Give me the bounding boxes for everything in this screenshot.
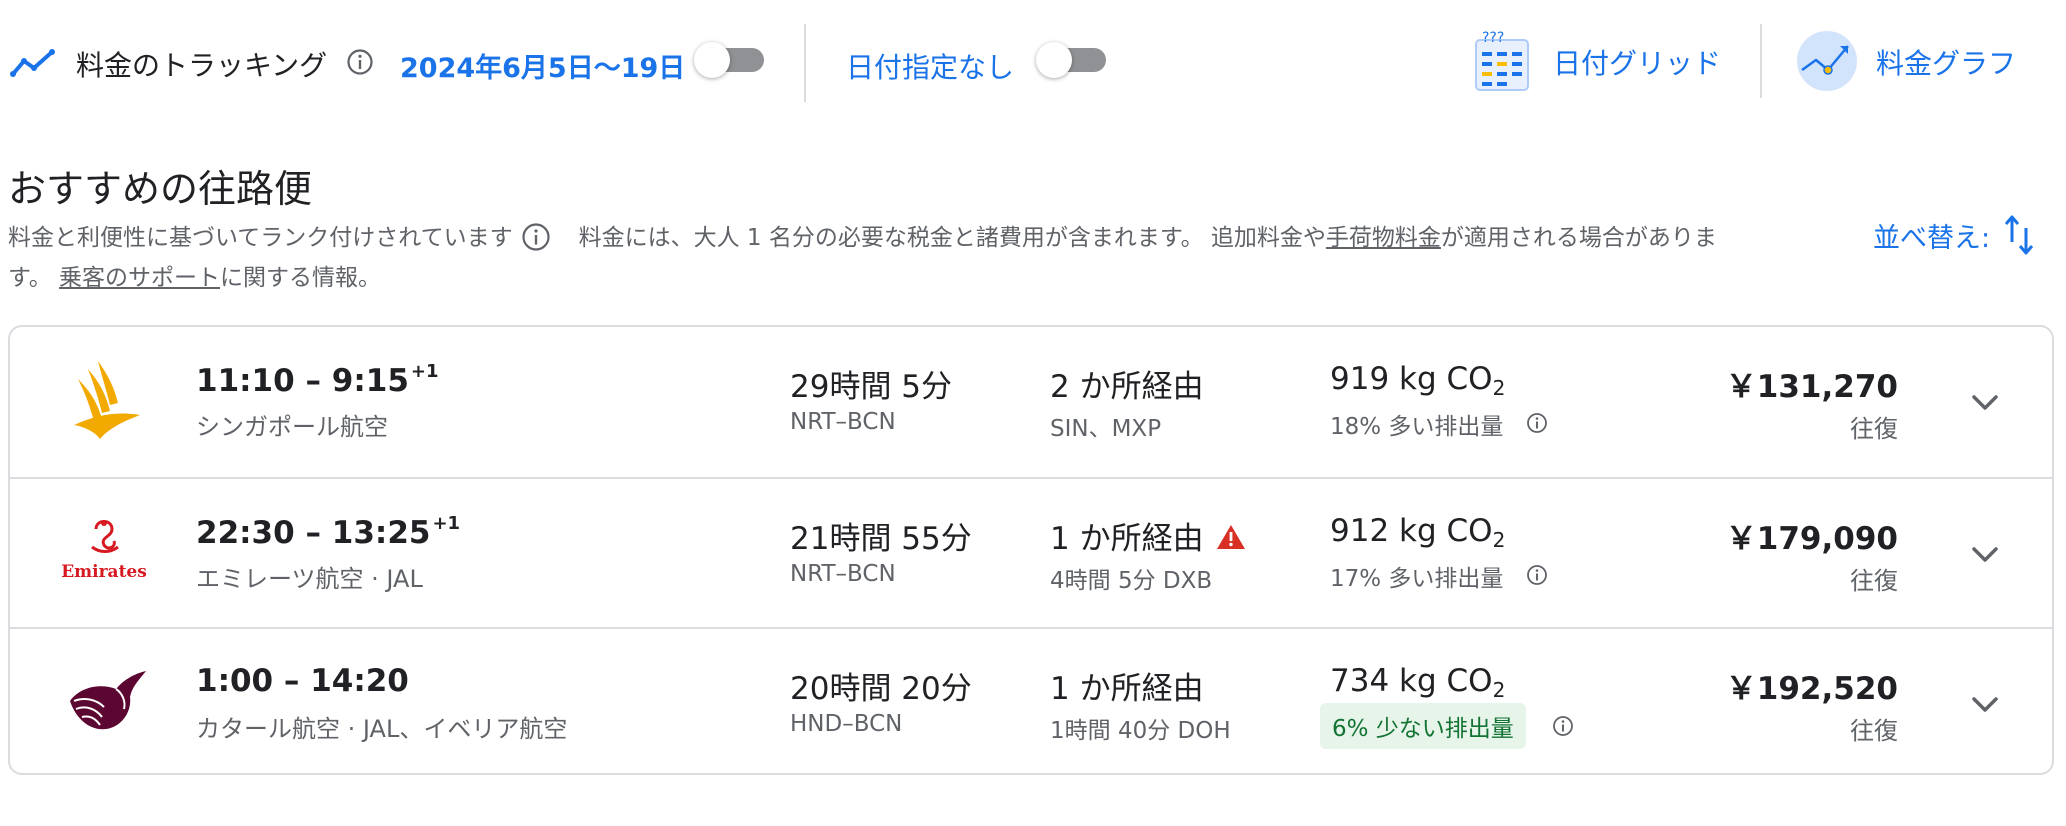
trip-type: 往復 — [1850, 415, 1898, 443]
info-icon[interactable] — [1552, 715, 1574, 737]
stop-count: 2 か所経由 — [1050, 369, 1204, 405]
stop-count: 1 か所経由 — [1050, 671, 1204, 707]
flight-times: 11:10 – 9:15 +1 — [196, 361, 439, 399]
flight-route: NRT–BCN — [790, 409, 896, 435]
qatar-airways-logo — [70, 671, 146, 730]
trending-icon — [10, 49, 55, 77]
fare-note-continued: す。 — [8, 265, 60, 291]
airline-name: エミレーツ航空 · JAL — [196, 565, 423, 593]
flight-results-list: 11:10 – 9:15 +1 シンガポール航空 29時間 5分 NRT–BCN … — [8, 325, 2054, 775]
trip-type: 往復 — [1850, 567, 1898, 595]
flight-duration: 29時間 5分 — [790, 369, 953, 405]
any-dates-toggle[interactable] — [1036, 42, 1108, 78]
fare-description: 料金と利便性に基づいてランク付けされています 料金には、大人 1 名分の必要な税金… — [8, 218, 1838, 298]
section-title: おすすめの往路便 — [8, 167, 313, 211]
emissions-comparison: 18% 多い排出量 — [1330, 414, 1504, 440]
layover-detail: 4時間 5分 DXB — [1050, 568, 1213, 594]
flight-duration: 21時間 55分 — [790, 521, 972, 557]
fare-note-suffix: が適用される場合がありま — [1440, 225, 1717, 251]
warning-icon — [1216, 525, 1245, 549]
flight-row[interactable]: 11:10 – 9:15 +1 シンガポール航空 29時間 5分 NRT–BCN … — [10, 327, 2052, 477]
baggage-fees-link[interactable]: 手荷物料金 — [1326, 225, 1441, 251]
next-day-indicator: +1 — [410, 361, 439, 382]
fare-note: 料金には、大人 1 名分の必要な税金と諸費用が含まれます。 追加料金や — [578, 225, 1326, 251]
tracking-date-range: 2024年6月5日〜19日 — [400, 53, 686, 84]
info-icon[interactable] — [1526, 412, 1548, 434]
flight-price: ￥131,270 — [1725, 369, 1898, 405]
ranking-note: 料金と利便性に基づいてランク付けされています — [8, 225, 513, 251]
flight-price: ￥179,090 — [1725, 521, 1898, 557]
emirates-logo: Emirates — [61, 520, 147, 582]
flight-route: NRT–BCN — [790, 561, 896, 587]
co2-emissions: 734 kg CO2 — [1330, 663, 1506, 702]
price-tracking-label: 料金のトラッキング — [76, 49, 328, 82]
next-day-indicator: +1 — [432, 513, 461, 534]
chevron-down-icon[interactable] — [1968, 687, 2002, 721]
passenger-assistance-link[interactable]: 乗客のサポート — [59, 265, 220, 291]
svg-text:Emirates: Emirates — [61, 562, 147, 582]
co2-emissions: 912 kg CO2 — [1330, 513, 1506, 552]
price-graph-button[interactable]: 料金グラフ — [1876, 42, 2016, 82]
chevron-down-icon[interactable] — [1968, 385, 2002, 419]
layover-detail: 1時間 40分 DOH — [1050, 718, 1231, 744]
price-graph-icon[interactable] — [1796, 30, 1858, 92]
flight-route: HND–BCN — [790, 711, 903, 737]
sort-button[interactable]: 並べ替え: — [1873, 216, 1990, 255]
flight-times: 22:30 – 13:25 +1 — [196, 513, 461, 551]
stop-count: 1 か所経由 — [1050, 513, 1246, 558]
sort-icon[interactable] — [2004, 214, 2034, 256]
assistance-suffix: に関する情報。 — [220, 265, 382, 291]
svg-text:???: ??? — [1482, 30, 1504, 46]
any-dates-label: 日付指定なし — [846, 51, 1015, 84]
emissions-comparison: 17% 多い排出量 — [1330, 566, 1504, 592]
flight-duration: 20時間 20分 — [790, 671, 972, 707]
divider — [1760, 24, 1762, 98]
singapore-airlines-logo — [74, 361, 140, 439]
trip-type: 往復 — [1850, 717, 1898, 745]
info-icon[interactable] — [1526, 564, 1548, 586]
flight-price: ￥192,520 — [1725, 671, 1898, 707]
emissions-badge: 6% 少ない排出量 — [1320, 703, 1526, 749]
chevron-down-icon[interactable] — [1968, 537, 2002, 571]
stop-airports: SIN、MXP — [1050, 416, 1162, 442]
divider — [804, 24, 806, 102]
date-grid-icon[interactable]: ??? — [1474, 30, 1530, 92]
airline-name: シンガポール航空 — [196, 413, 388, 441]
flight-times: 1:00 – 14:20 — [196, 663, 409, 699]
flight-row[interactable]: Emirates 22:30 – 13:25 +1 エミレーツ航空 · JAL 2… — [10, 477, 2052, 629]
date-grid-button[interactable]: 日付グリッド — [1553, 42, 1721, 82]
co2-emissions: 919 kg CO2 — [1330, 361, 1506, 400]
airline-name: カタール航空 · JAL、イベリア航空 — [196, 715, 568, 743]
flight-row[interactable]: 1:00 – 14:20 カタール航空 · JAL、イベリア航空 20時間 20… — [10, 627, 2052, 773]
info-icon[interactable] — [521, 222, 551, 252]
date-range-toggle[interactable] — [694, 42, 766, 78]
info-icon[interactable] — [346, 48, 374, 76]
